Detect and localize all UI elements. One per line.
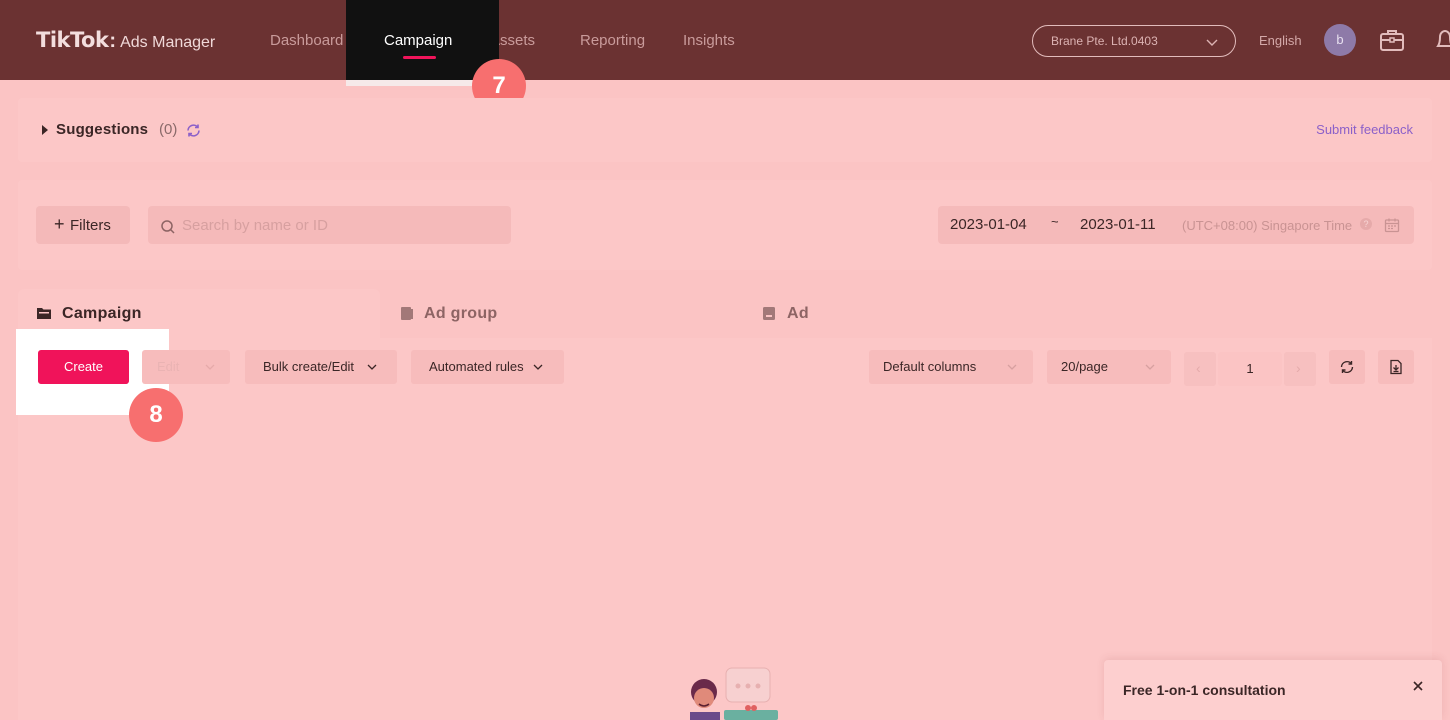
edit-dropdown[interactable]: Edit (142, 350, 230, 384)
submit-feedback-link[interactable]: Submit feedback (1316, 122, 1413, 137)
filters-button[interactable]: + Filters (36, 206, 130, 244)
pagination: ‹ 1 › (1184, 352, 1316, 386)
ad-icon (763, 307, 775, 320)
bulk-create-edit-dropdown[interactable]: Bulk create/Edit (245, 350, 397, 384)
help-icon[interactable]: ? (1360, 218, 1372, 230)
plus-icon: + (54, 214, 65, 234)
nav-insights[interactable]: Insights (683, 32, 735, 49)
top-navigation-bar: TikTok : Ads Manager Dashboard Assets Re… (0, 0, 1450, 80)
automated-rules-dropdown[interactable]: Automated rules (411, 350, 564, 384)
avatar[interactable]: b (1324, 24, 1356, 56)
chevron-down-icon (533, 364, 543, 370)
tiktok-ads-manager-logo[interactable]: TikTok : Ads Manager (36, 28, 215, 53)
nav-reporting[interactable]: Reporting (580, 32, 645, 49)
refresh-table-button[interactable] (1329, 350, 1365, 384)
page-size-label: 20/page (1061, 359, 1108, 374)
nav-dashboard[interactable]: Dashboard (270, 32, 343, 49)
date-end[interactable]: 2023-01-11 (1080, 216, 1156, 233)
tab-ad[interactable]: Ad (742, 289, 1104, 339)
tab-campaign-label: Campaign (62, 305, 142, 322)
nav-campaign[interactable]: Campaign (384, 32, 452, 49)
date-separator: ~ (1051, 214, 1059, 229)
filters-label: Filters (70, 217, 111, 234)
nav-active-underline (403, 56, 436, 59)
tab-ad-label: Ad (787, 305, 809, 322)
account-selector[interactable]: Brane Pte. Ltd.0403 (1032, 25, 1236, 57)
search-icon (161, 220, 175, 234)
chevron-down-icon (1206, 39, 1218, 46)
date-start[interactable]: 2023-01-04 (950, 216, 1027, 233)
create-button[interactable]: Create (38, 350, 129, 384)
tab-ad-group-label: Ad group (424, 305, 498, 322)
consultation-title: Free 1-on-1 consultation (1123, 682, 1286, 698)
briefcase-icon[interactable] (1378, 26, 1406, 54)
chevron-right-icon: › (1296, 360, 1301, 376)
chevron-down-icon (1145, 364, 1155, 370)
edit-label: Edit (157, 359, 180, 374)
refresh-icon[interactable] (185, 122, 202, 139)
bell-icon[interactable] (1434, 26, 1450, 54)
timezone-label: (UTC+08:00) Singapore Time (1182, 218, 1353, 233)
folder-icon (37, 308, 51, 319)
account-name: Brane Pte. Ltd.0403 (1051, 34, 1158, 48)
suggestions-count: (0) (159, 121, 178, 138)
bulk-create-edit-label: Bulk create/Edit (263, 359, 355, 374)
download-icon (1390, 359, 1402, 375)
logo-colon: : (109, 30, 117, 52)
language-switcher[interactable]: English (1259, 33, 1302, 48)
caret-right-icon[interactable] (42, 125, 48, 135)
refresh-icon (1340, 360, 1354, 374)
automated-rules-label: Automated rules (429, 359, 524, 374)
previous-page-button[interactable]: ‹ (1184, 352, 1216, 386)
chevron-down-icon (367, 364, 377, 370)
chevron-left-icon: ‹ (1196, 360, 1201, 376)
next-page-button[interactable]: › (1284, 352, 1316, 386)
current-page[interactable]: 1 (1218, 352, 1282, 386)
page-size-dropdown[interactable]: 20/page (1047, 350, 1171, 384)
search-input[interactable] (182, 215, 502, 235)
logo-brand: TikTok (36, 28, 109, 52)
calendar-icon[interactable] (1384, 217, 1400, 233)
step-badge-8: 8 (129, 388, 183, 442)
logo-product: Ads Manager (120, 34, 216, 51)
chevron-down-icon (1007, 364, 1017, 370)
filters-panel: + Filters 2023-01-04 ~ 2023-01-11 (UTC+0… (18, 180, 1432, 270)
export-button[interactable] (1378, 350, 1414, 384)
search-box[interactable] (148, 206, 511, 244)
tab-ad-group[interactable]: Ad group (380, 289, 742, 339)
consultation-popup[interactable]: Free 1-on-1 consultation (1104, 660, 1442, 720)
suggestions-title[interactable]: Suggestions (56, 121, 148, 138)
empty-state-illustration (690, 667, 778, 720)
default-columns-dropdown[interactable]: Default columns (869, 350, 1033, 384)
chevron-down-icon (205, 364, 215, 370)
default-columns-label: Default columns (883, 359, 977, 374)
suggestions-panel: Suggestions (0) Submit feedback (18, 98, 1432, 162)
adgroup-icon (401, 307, 413, 320)
close-icon[interactable] (1412, 680, 1424, 692)
date-range-picker[interactable]: 2023-01-04 ~ 2023-01-11 (UTC+08:00) Sing… (938, 206, 1414, 244)
